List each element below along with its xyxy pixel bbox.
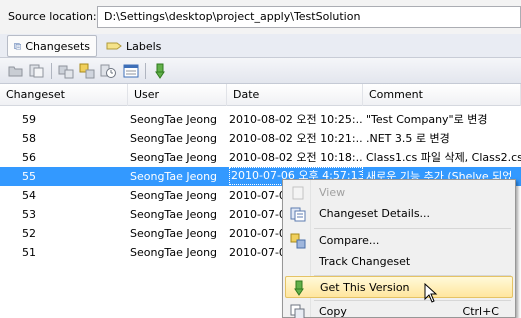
user-cell: SeongTae Jeong — [130, 151, 218, 164]
menu-item-changeset-details[interactable]: Changeset Details... — [285, 203, 513, 225]
context-menu: View Changeset Details... Compare... Tra… — [282, 179, 516, 318]
get-version-icon — [294, 280, 304, 296]
user-cell: SeongTae Jeong — [130, 227, 218, 240]
changeset-cell: 59 — [22, 113, 36, 126]
date-cell: 2010-08-02 오전 10:25:... — [229, 113, 363, 126]
source-location-bar: Source location: D:\Settings\desktop\pro… — [0, 0, 521, 34]
open-folder-icon[interactable] — [7, 62, 25, 80]
tab-changesets-label: Changesets — [25, 39, 90, 53]
changeset-cell: 55 — [22, 170, 36, 183]
changeset-cell: 56 — [22, 151, 36, 164]
user-cell: SeongTae Jeong — [130, 113, 218, 126]
date-cell: 2010-08-02 오전 10:18:... — [229, 151, 363, 164]
column-header-changeset[interactable]: Changeset — [0, 84, 128, 106]
table-row[interactable]: 58 SeongTae Jeong 2010-08-02 오전 10:21:..… — [0, 129, 521, 148]
workspace-icon[interactable] — [57, 62, 75, 80]
grid-header: Changeset User Date Comment — [0, 84, 521, 106]
user-cell: SeongTae Jeong — [130, 208, 218, 221]
comment-cell: "Test Company"로 변경 — [366, 113, 488, 126]
menu-item-track-changeset-label: Track Changeset — [319, 255, 411, 268]
window-icon[interactable] — [122, 62, 140, 80]
view-icon — [292, 186, 304, 200]
menu-item-view-label: View — [319, 186, 346, 199]
comment-cell: .NET 3.5 로 변경 — [366, 132, 450, 145]
history-clock-icon[interactable] — [99, 62, 117, 80]
copy-icon — [290, 304, 305, 318]
column-header-user[interactable]: User — [128, 84, 227, 106]
toolbar-separator — [145, 63, 146, 79]
tab-changesets[interactable]: Changesets — [7, 35, 97, 57]
tab-strip: Changesets Labels — [0, 34, 521, 58]
column-header-comment[interactable]: Comment — [363, 84, 521, 106]
table-row[interactable]: 56 SeongTae Jeong 2010-08-02 오전 10:18:..… — [0, 148, 521, 167]
changeset-view-icon[interactable] — [28, 62, 46, 80]
compare-icon — [290, 233, 306, 249]
menu-item-copy-label: Copy — [319, 305, 347, 318]
source-location-input[interactable]: D:\Settings\desktop\project_apply\TestSo… — [97, 6, 521, 28]
column-header-date[interactable]: Date — [227, 84, 363, 106]
tab-labels-label: Labels — [126, 39, 162, 53]
changeset-cell: 58 — [22, 132, 36, 145]
menu-item-compare-label: Compare... — [319, 234, 380, 247]
menu-item-get-this-version-label: Get This Version — [320, 281, 410, 294]
date-cell: 2010-08-02 오전 10:21:... — [229, 132, 363, 145]
changeset-cell: 51 — [22, 246, 36, 259]
changeset-cell: 53 — [22, 208, 36, 221]
label-tag-icon — [106, 42, 122, 50]
user-cell: SeongTae Jeong — [130, 132, 218, 145]
changeset-details-icon — [290, 207, 306, 222]
menu-item-track-changeset[interactable]: Track Changeset — [285, 251, 513, 273]
table-row[interactable]: 59 SeongTae Jeong 2010-08-02 오전 10:25:..… — [0, 110, 521, 129]
compare-icon[interactable] — [78, 62, 96, 80]
user-cell: SeongTae Jeong — [130, 189, 218, 202]
get-version-icon[interactable] — [151, 62, 169, 80]
toolbar-separator — [51, 63, 52, 79]
source-location-label: Source location: — [8, 10, 97, 23]
menu-item-view[interactable]: View — [285, 182, 513, 204]
user-cell: SeongTae Jeong — [130, 246, 218, 259]
changeset-cell: 54 — [22, 189, 36, 202]
menu-item-changeset-details-label: Changeset Details... — [319, 207, 431, 220]
menu-item-copy[interactable]: Copy Ctrl+C — [285, 301, 513, 318]
toolbar — [0, 58, 521, 84]
menu-item-get-this-version[interactable]: Get This Version — [285, 276, 513, 298]
tab-labels[interactable]: Labels — [100, 35, 167, 57]
changeset-cell: 52 — [22, 227, 36, 240]
mouse-cursor-icon — [424, 283, 438, 303]
comment-cell: Class1.cs 파일 삭제, Class2.cs — [366, 151, 521, 164]
copy-shortcut: Ctrl+C — [462, 305, 499, 318]
menu-item-compare[interactable]: Compare... — [285, 230, 513, 252]
changesets-icon — [14, 43, 22, 50]
menu-separator — [314, 228, 511, 229]
user-cell: SeongTae Jeong — [130, 170, 218, 183]
